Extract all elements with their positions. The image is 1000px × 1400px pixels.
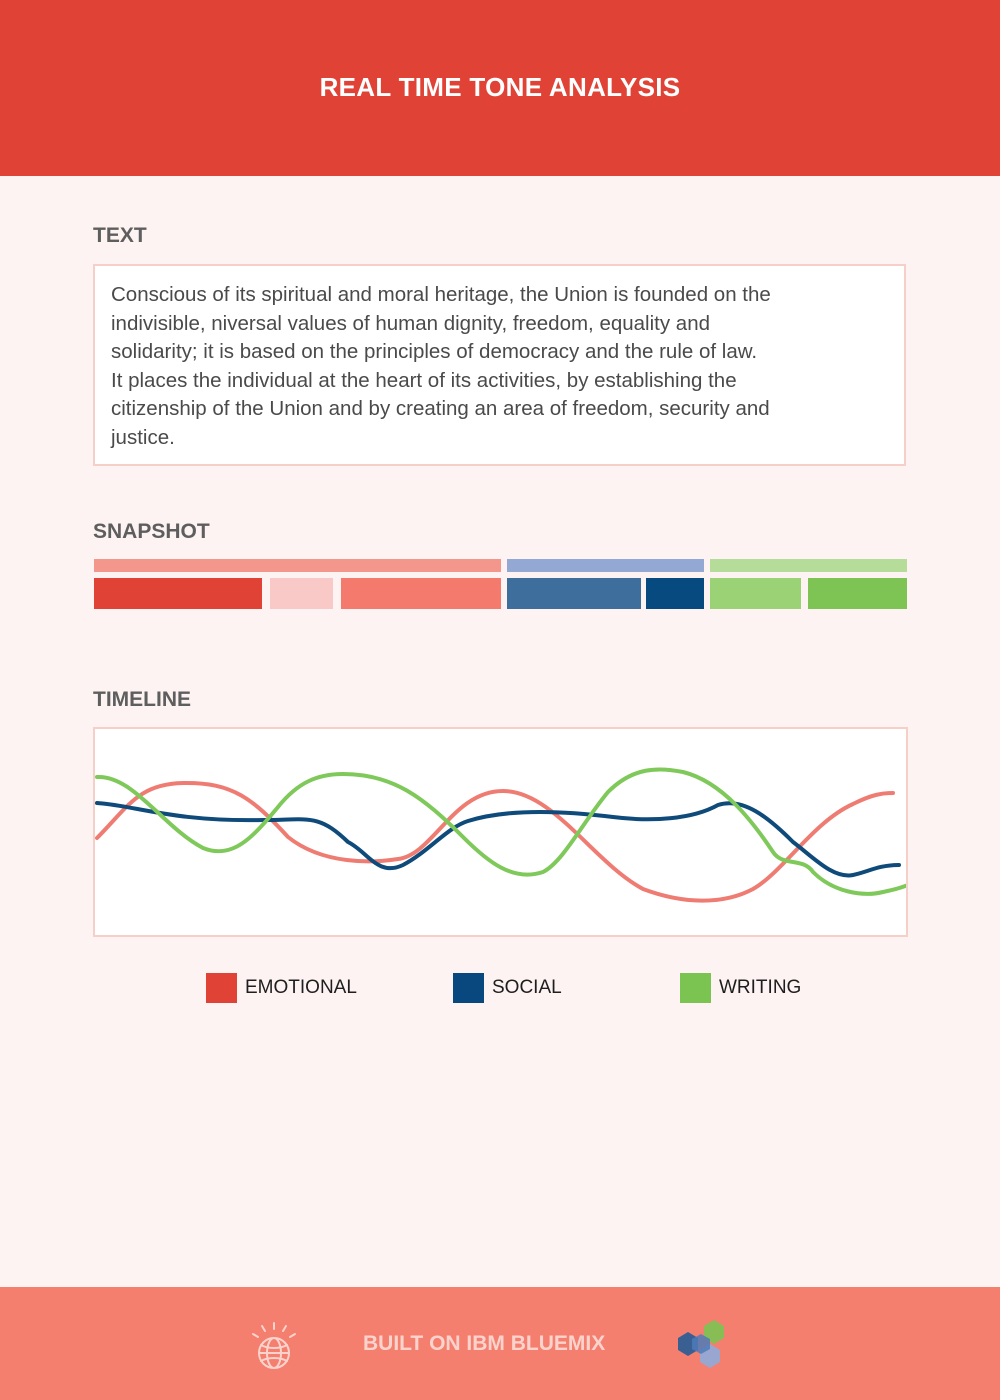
text-section-label: TEXT xyxy=(93,224,147,247)
legend-swatch-emotional xyxy=(206,973,237,1003)
text-line: citizenship of the Union and by creating… xyxy=(111,397,770,421)
bluemix-hexagons-icon xyxy=(674,1318,728,1375)
text-input-box[interactable]: Conscious of its spiritual and moral her… xyxy=(93,264,906,466)
page-title: REAL TIME TONE ANALYSIS xyxy=(319,71,681,102)
snapshot-social-segment[interactable] xyxy=(646,578,704,609)
ibm-watson-globe-icon xyxy=(248,1321,300,1376)
header-bar: REAL TIME TONE ANALYSIS xyxy=(0,0,1000,176)
snapshot-writing-segment[interactable] xyxy=(710,578,801,609)
timeline-plot xyxy=(95,767,906,903)
legend-label-writing: WRITING xyxy=(719,977,802,998)
snapshot-section-label: SNAPSHOT xyxy=(93,520,210,543)
text-line: justice. xyxy=(111,425,175,449)
legend-swatch-social xyxy=(453,973,484,1003)
text-line: Conscious of its spiritual and moral her… xyxy=(111,283,771,306)
legend-swatch-writing xyxy=(680,973,711,1003)
timeline-section-label: TIMELINE xyxy=(93,688,191,711)
snapshot-writing-segment[interactable] xyxy=(808,578,907,609)
timeline-chart xyxy=(93,727,908,937)
timeline-line-emotional xyxy=(95,780,895,903)
text-line: solidarity; it is based on the principle… xyxy=(111,340,758,364)
snapshot-social-summary-bar[interactable] xyxy=(507,559,704,572)
text-line: indivisible, niversal values of human di… xyxy=(111,311,711,335)
snapshot-emotional-segment[interactable] xyxy=(94,578,262,609)
snapshot-writing-summary-bar[interactable] xyxy=(710,559,907,572)
legend-label-emotional: EMOTIONAL xyxy=(245,977,357,998)
legend-item-social[interactable]: SOCIAL xyxy=(453,973,562,1003)
snapshot-social-segment[interactable] xyxy=(507,578,641,609)
snapshot-emotional-segment[interactable] xyxy=(270,578,333,609)
snapshot-emotional-segment[interactable] xyxy=(341,578,501,609)
legend-label-social: SOCIAL xyxy=(492,977,562,998)
legend-item-writing[interactable]: WRITING xyxy=(680,973,801,1003)
legend-item-emotional[interactable]: EMOTIONAL xyxy=(206,973,357,1003)
text-line: It places the individual at the heart of… xyxy=(111,368,737,392)
snapshot-emotional-summary-bar[interactable] xyxy=(94,559,501,572)
footer-built-on-text: BUILT ON IBM BLUEMIX xyxy=(363,1332,606,1355)
